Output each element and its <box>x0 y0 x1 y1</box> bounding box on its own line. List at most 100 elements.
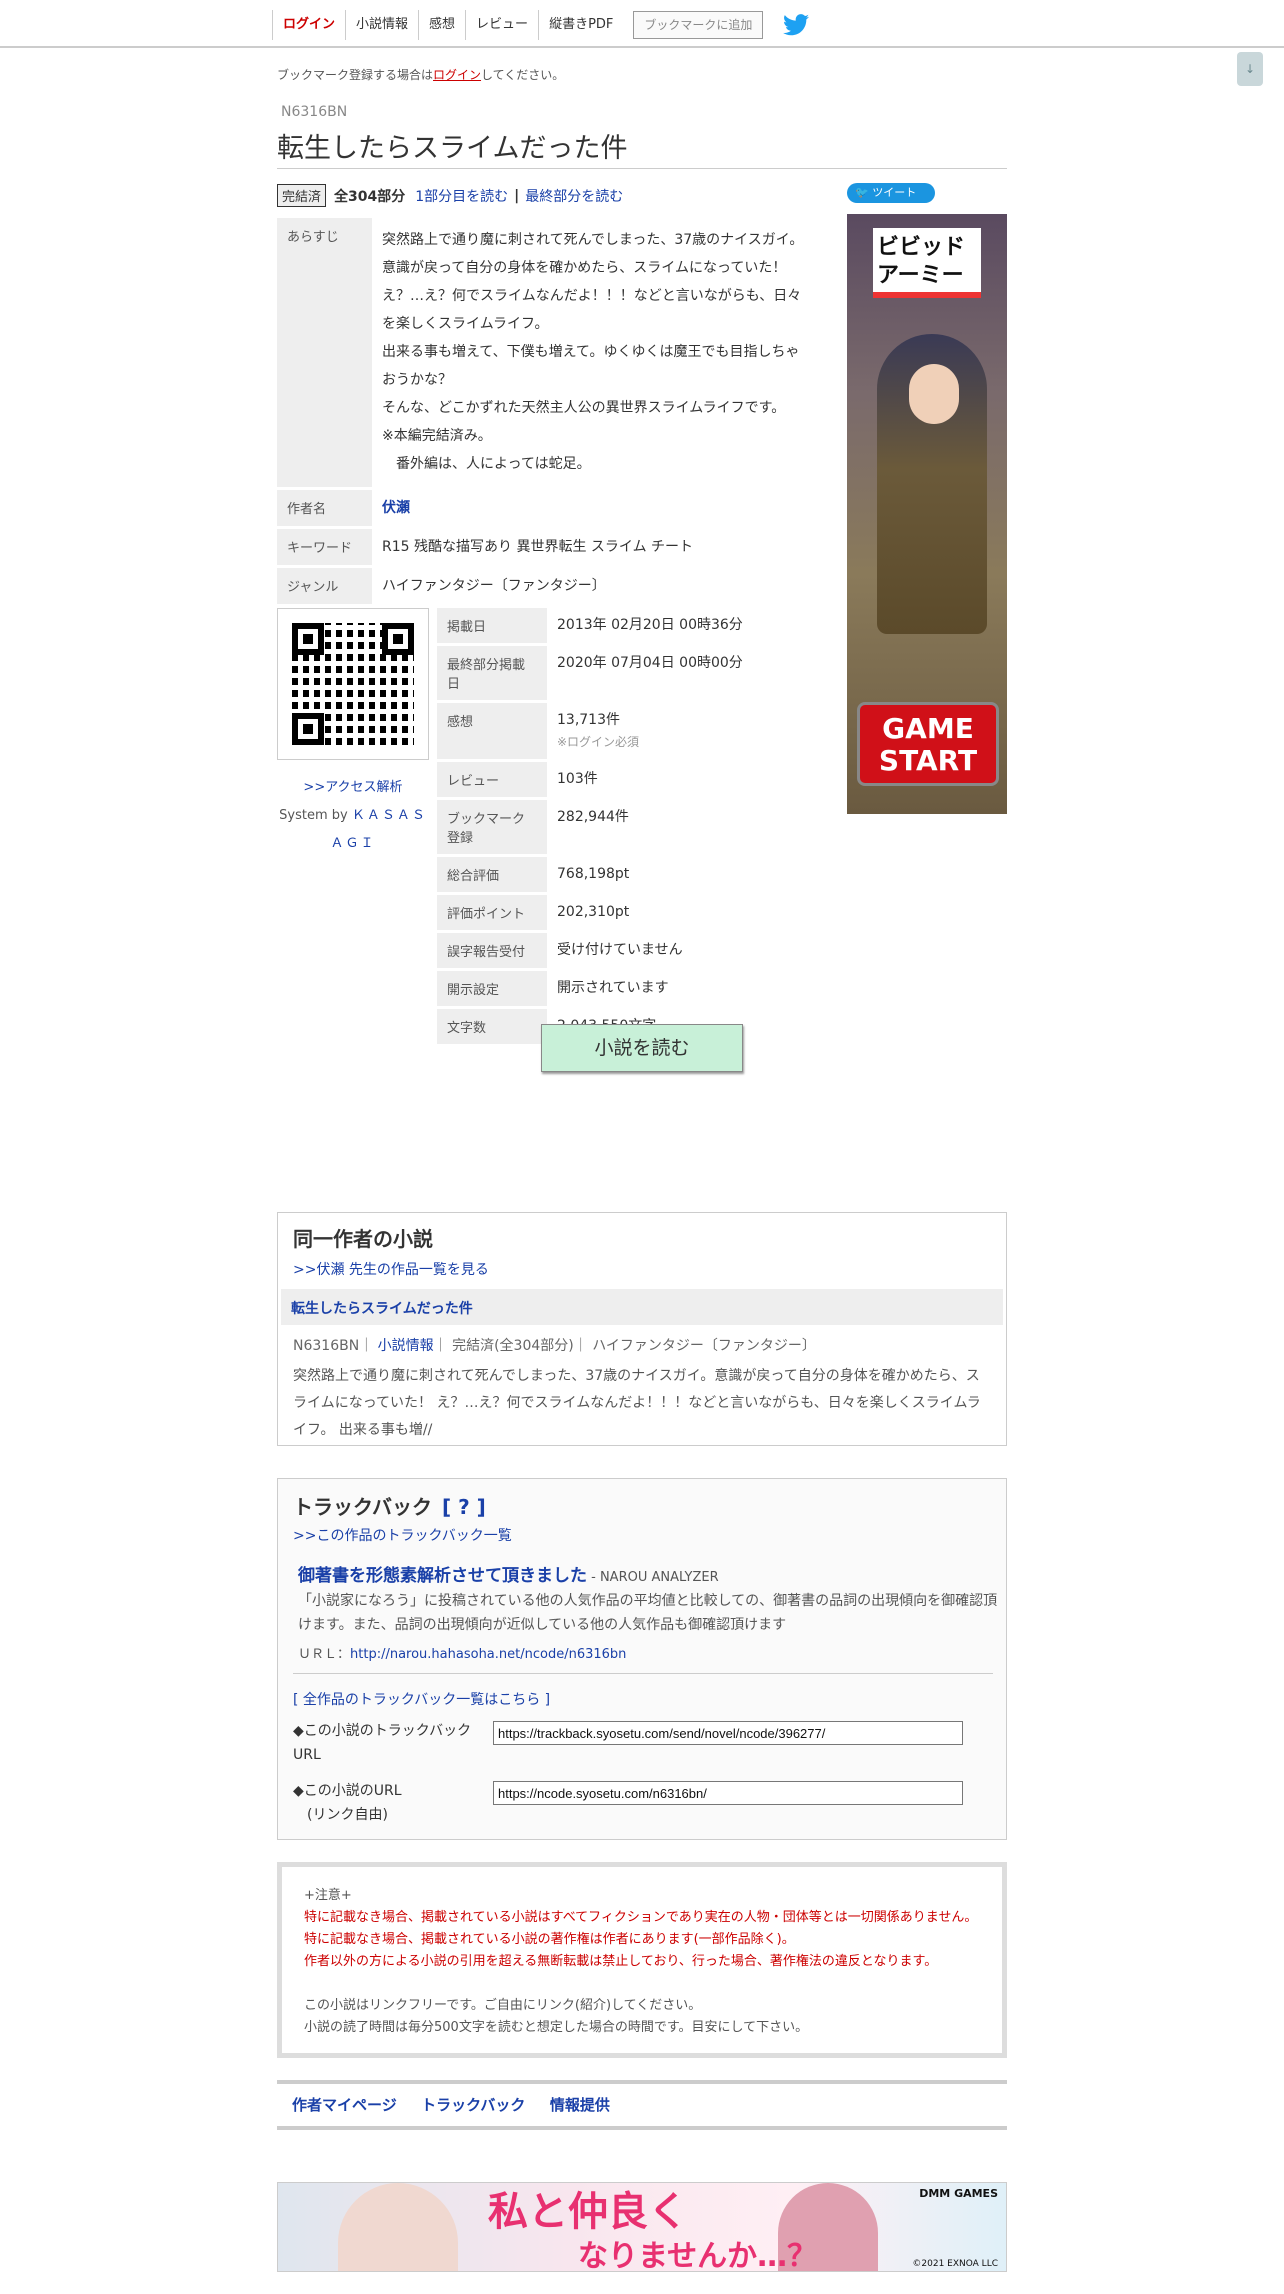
stats-row: 評価ポイント 202,310pt <box>437 895 822 933</box>
separator: | <box>514 187 520 204</box>
trackback-entry-title[interactable]: 御著書を形態素解析させて頂きました <box>298 1566 587 1586</box>
synopsis-text: 突然路上で通り魔に刺されて死んでしまった、37歳のナイスガイ。 意識が戻って自分… <box>372 218 822 490</box>
nav-vertical-pdf[interactable]: 縦書きPDF <box>538 10 623 40</box>
stats-value: 103件 <box>547 762 822 800</box>
stats-label: ブックマーク登録 <box>437 800 547 857</box>
trackback-entry-url: ＵＲＬ：http://narou.hahasoha.net/ncode/n631… <box>298 1643 626 1662</box>
read-first-link[interactable]: 1部分目を読む <box>415 186 508 206</box>
read-last-link[interactable]: 最終部分を読む <box>525 186 623 206</box>
author-row: 作者名 伏瀬 <box>277 490 822 529</box>
trackback-url-link[interactable]: http://narou.hahasoha.net/ncode/n6316bn <box>350 1647 626 1662</box>
login-note-link[interactable]: ログイン <box>433 68 481 82</box>
novel-url-label: ◆この小説のURL (リンク自由) <box>293 1783 402 1823</box>
access-analysis-link[interactable]: >>アクセス解析 <box>303 780 402 795</box>
meta-genre: ハイファンタジー〔ファンタジー〕 <box>592 1338 816 1354</box>
login-note-pre: ブックマーク登録する場合は <box>277 68 434 82</box>
same-author-item-title[interactable]: 転生したらスライムだった件 <box>291 1298 473 1318</box>
system-by-label: System by <box>279 808 348 823</box>
ad-game-start-button[interactable]: GAME START <box>857 702 999 786</box>
twitter-icon[interactable] <box>783 14 809 36</box>
stats-row: レビュー 103件 <box>437 762 822 800</box>
nav-novel-info[interactable]: 小説情報 <box>345 10 418 40</box>
side-ad-banner[interactable]: ビビッド アーミー GAME START <box>847 214 1007 814</box>
ad-logo: ビビッド アーミー <box>873 228 981 298</box>
title-divider <box>277 168 1007 169</box>
trackback-url-field[interactable] <box>493 1721 963 1745</box>
qr-side-links: >>アクセス解析 System by ＫＡＳＡＳＡＧＩ <box>277 774 429 858</box>
stats-value: 282,944件 <box>547 800 822 857</box>
footer-info-provide[interactable]: 情報提供 <box>550 2084 610 2126</box>
add-bookmark-button[interactable]: ブックマークに追加 <box>633 11 764 39</box>
qr-code <box>277 608 429 760</box>
stats-value: 768,198pt <box>547 857 822 895</box>
ad-character-face <box>909 364 959 424</box>
genre-row: ジャンル ハイファンタジー〔ファンタジー〕 <box>277 568 822 607</box>
stats-label: レビュー <box>437 762 547 800</box>
trackback-list-link[interactable]: >>この作品のトラックバック一覧 <box>293 1525 512 1545</box>
read-novel-button[interactable]: 小説を読む <box>541 1024 743 1072</box>
trackback-url-label: ◆この小説のトラックバックURL <box>293 1723 472 1763</box>
synopsis-line: ※本編完結済み。 <box>382 428 492 444</box>
bottom-ad-banner[interactable]: 私と仲良く なりませんか…？ DMM GAMES ©2021 EXNOA LLC <box>277 2182 1007 2272</box>
novel-info-table: あらすじ 突然路上で通り魔に刺されて死んでしまった、37歳のナイスガイ。 意識が… <box>277 218 822 607</box>
login-note-post: してください。 <box>481 68 565 82</box>
novel-stats-table: 掲載日 2013年 02月20日 00時36分 最終部分掲載日 2020年 07… <box>437 608 822 1047</box>
url-label: ＵＲＬ： <box>298 1647 351 1662</box>
trackback-entry-desc: 「小説家になろう」に投稿されている他の人気作品の平均値と比較しての、御著書の品詞… <box>298 1593 998 1633</box>
same-author-heading: 同一作者の小説 <box>293 1227 433 1251</box>
footer-nav: 作者マイページ トラックバック 情報提供 <box>277 2080 1007 2130</box>
meta-ncode: N6316BN <box>293 1338 360 1354</box>
tweet-label: ツイート <box>872 186 917 199</box>
tweet-button[interactable]: 🐦 ツイート <box>847 183 935 203</box>
all-trackbacks-link[interactable]: [ 全作品のトラックバック一覧はこちら ] <box>293 1689 550 1709</box>
header-nav: ログイン 小説情報 感想 レビュー 縦書きPDF ブックマークに追加 <box>272 10 764 40</box>
status-badge: 完結済 <box>277 184 327 207</box>
qr-finder <box>292 623 324 655</box>
scroll-down-button[interactable]: ↓ <box>1237 52 1263 86</box>
synopsis-line: え？…え？何でスライムなんだよ！！！などと言いながらも、日々を楽しくスライムライ… <box>382 288 802 332</box>
notice-line: この小説はリンクフリーです。ご自由にリンク(紹介)してください。 <box>304 1998 702 2013</box>
footer-trackback[interactable]: トラックバック <box>421 2084 525 2126</box>
trackback-help-link[interactable]: [ ? ] <box>442 1495 486 1519</box>
genre-label: ジャンル <box>277 568 372 607</box>
stats-row: 誤字報告受付 受け付けていません <box>437 933 822 971</box>
same-author-item-band: 転生したらスライムだった件 <box>281 1289 1003 1325</box>
nav-impressions[interactable]: 感想 <box>418 10 465 40</box>
genre: ハイファンタジー〔ファンタジー〕 <box>372 568 822 607</box>
stats-value: 2020年 07月04日 00時00分 <box>547 646 822 703</box>
synopsis-line: 出来る事も増えて、下僕も増えて。ゆくゆくは魔王でも目指しちゃおうかな？ <box>382 344 800 388</box>
footer-author-mypage[interactable]: 作者マイページ <box>292 2084 397 2126</box>
stats-row: 最終部分掲載日 2020年 07月04日 00時00分 <box>437 646 822 703</box>
synopsis-line: 番外編は、人によっては蛇足。 <box>382 456 591 472</box>
stats-label: 文字数 <box>437 1009 547 1047</box>
novel-url-field[interactable] <box>493 1781 963 1805</box>
author-link[interactable]: 伏瀬 <box>382 500 410 516</box>
author-label: 作者名 <box>277 490 372 529</box>
synopsis-line: 突然路上で通り魔に刺されて死んでしまった、37歳のナイスガイ。 <box>382 232 804 248</box>
author-works-link[interactable]: >>伏瀬 先生の作品一覧を見る <box>293 1259 489 1279</box>
synopsis-label: あらすじ <box>277 218 372 490</box>
stats-label: 開示設定 <box>437 971 547 1009</box>
trackback-heading-text: トラックバック <box>293 1495 432 1519</box>
stats-label: 最終部分掲載日 <box>437 646 547 703</box>
stats-value: 13,713件 ※ログイン必須 <box>547 703 822 762</box>
divider <box>293 1673 993 1674</box>
same-author-section: 同一作者の小説 >>伏瀬 先生の作品一覧を見る 転生したらスライムだった件 N6… <box>277 1212 1007 1446</box>
nav-login[interactable]: ログイン <box>272 10 345 40</box>
meta-novel-info-link[interactable]: 小説情報 <box>378 1338 434 1354</box>
page-title: 転生したらスライムだった件 <box>277 133 628 164</box>
notice-red-line: 作者以外の方による小説の引用を超える無断転載は禁止しており、行った場合、著作権法… <box>304 1954 938 1969</box>
novel-ncode: N6316BN <box>281 104 348 120</box>
nav-reviews[interactable]: レビュー <box>465 10 538 40</box>
ad-brand: DMM GAMES <box>919 2187 998 2200</box>
stats-value: 開示されています <box>547 971 822 1009</box>
stats-label: 評価ポイント <box>437 895 547 933</box>
ad-logo-text: ビビッド アーミー <box>877 235 966 288</box>
ad-headline: 私と仲良く <box>488 2189 688 2235</box>
stats-value: 受け付けていません <box>547 933 822 971</box>
notice-box: +注意+ 特に記載なき場合、掲載されている小説はすべてフィクションであり実在の人… <box>277 1862 1007 2058</box>
stats-row: ブックマーク登録 282,944件 <box>437 800 822 857</box>
site-header: ログイン 小説情報 感想 レビュー 縦書きPDF ブックマークに追加 <box>0 0 1284 48</box>
keyword-row: キーワード R15 残酷な描写あり 異世界転生 スライム チート <box>277 529 822 568</box>
stats-row: 感想 13,713件 ※ログイン必須 <box>437 703 822 762</box>
